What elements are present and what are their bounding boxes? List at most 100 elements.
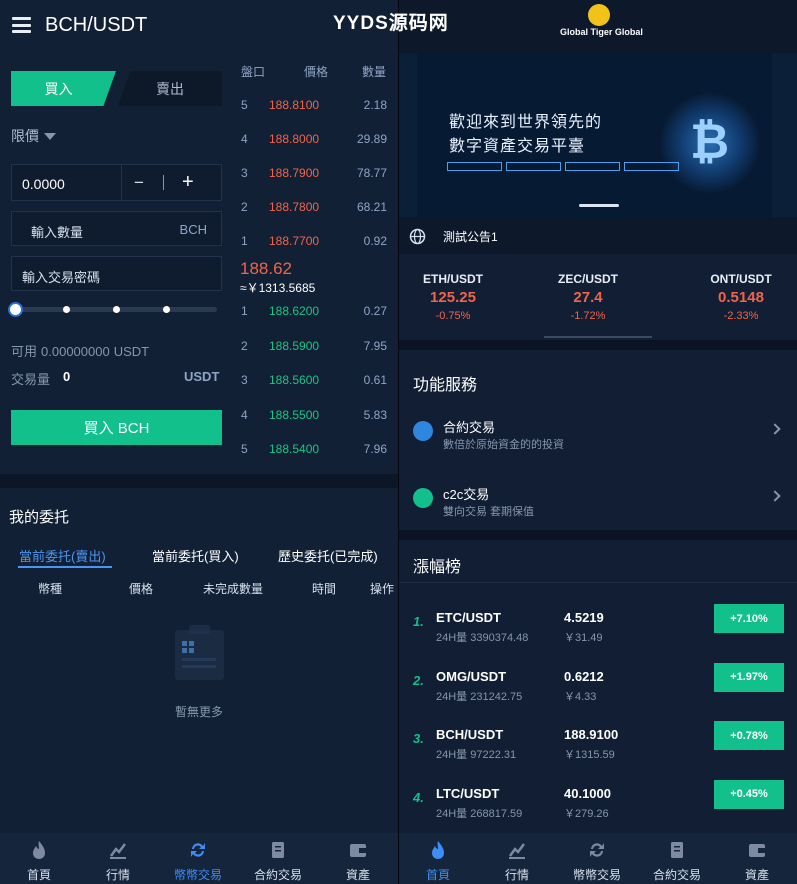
gainer-volume: 24H量 268817.59 <box>436 807 523 820</box>
price-input[interactable]: 0.0000 <box>22 176 65 192</box>
slider-mark[interactable] <box>113 306 120 313</box>
col-unfilled: 未完成數量 <box>203 582 264 596</box>
gainer-volume: 24H量 3390374.48 <box>436 632 529 644</box>
carousel-indicator[interactable] <box>579 204 619 207</box>
ask-row[interactable]: 3 188.7900 78.77 <box>232 166 392 186</box>
slider-mark[interactable] <box>163 306 170 313</box>
pair-title[interactable]: BCH/USDT <box>45 14 147 37</box>
flame-icon <box>33 841 45 859</box>
service-c2c-trade[interactable]: c2c交易 雙向交易 套期保值 <box>399 475 797 525</box>
orderbook-level: 5 <box>241 98 248 112</box>
announcement-bar[interactable]: 測試公告1 <box>399 218 797 254</box>
orderbook-header-price: 價格 <box>304 65 329 79</box>
buy-tab[interactable]: 買入 <box>11 71 116 106</box>
ticker-pair: ONT/USDT <box>710 272 772 286</box>
nav-market[interactable]: 行情 <box>79 833 157 884</box>
nav-spot-trade[interactable]: 幣幣交易 <box>558 833 636 884</box>
nav-home[interactable]: 首頁 <box>0 833 78 884</box>
nav-assets[interactable]: 資產 <box>718 833 796 884</box>
gainer-pair: ETC/USDT <box>436 610 501 625</box>
ticker-price: 27.4 <box>573 289 603 306</box>
globe-icon <box>409 228 426 245</box>
orderbook-header-amount: 數量 <box>362 65 387 79</box>
banner-buttons <box>447 162 683 171</box>
bid-row[interactable]: 3 188.5600 0.61 <box>232 373 392 393</box>
watermark: YYDS源码网 <box>333 13 449 34</box>
available-balance: 可用 0.00000000 USDT <box>11 344 150 359</box>
slider-handle[interactable] <box>8 302 23 317</box>
market-icon <box>508 843 525 859</box>
volume-value: 0 <box>63 369 71 384</box>
quantity-placeholder: 輸入數量 <box>31 225 84 240</box>
slider-mark[interactable] <box>63 306 70 313</box>
gainer-change-badge[interactable]: +0.45% <box>714 779 784 809</box>
orderbook-price: 188.7800 <box>269 200 320 214</box>
ticker-change: -0.75% <box>435 310 471 322</box>
ask-row[interactable]: 5 188.8100 2.18 <box>232 98 392 118</box>
amount-slider[interactable] <box>8 302 217 317</box>
sell-tab[interactable]: 賣出 <box>118 71 222 106</box>
gainer-row[interactable]: 3. BCH/USDT 24H量 97222.31 188.9100 ￥1315.59 +… <box>399 721 797 779</box>
gainer-row[interactable]: 2. OMG/USDT 24H量 231242.75 0.6212 ￥4.33 +1.97… <box>399 662 797 721</box>
ticker-card[interactable]: ONT/USDT 0.5148 -2.33% <box>686 272 796 322</box>
orderbook-price: 188.5500 <box>269 407 320 422</box>
gainer-volume: 24H量 231242.75 <box>436 690 523 703</box>
gainer-rank: 2. <box>413 672 424 688</box>
banner-line-2: 數字資產交易平臺 <box>449 138 586 155</box>
bid-row[interactable]: 1 188.6200 0.27 <box>232 304 392 324</box>
chevron-right-icon <box>769 423 781 435</box>
caret-down-icon <box>44 132 56 140</box>
gainer-price: 188.9100 <box>564 727 619 742</box>
promo-banner[interactable]: ₿ 歡迎來到世界領先的 數字資產交易平臺 <box>417 53 772 217</box>
bid-row[interactable]: 5 188.5400 7.96 <box>232 442 392 462</box>
service-contract-trade[interactable]: 合約交易 數倍於原始資金的的投資 <box>399 408 797 458</box>
gainer-cny: ￥1315.59 <box>564 749 615 761</box>
nav-contract-trade[interactable]: 合約交易 <box>638 833 716 884</box>
gainer-change-badge[interactable]: +1.97% <box>714 662 784 692</box>
nav-assets[interactable]: 資產 <box>319 833 397 884</box>
volume-unit: USDT <box>184 369 220 384</box>
bid-row[interactable]: 2 188.5900 7.95 <box>232 339 392 359</box>
trade-screen: BCH/USDT 買入 賣出 限價 0.0000 − + 輸入數量 BCH 輸入… <box>0 0 398 884</box>
my-orders-title: 我的委托 <box>9 509 70 526</box>
trade-password-field[interactable]: 輸入交易密碼 <box>11 256 222 291</box>
gainer-row[interactable]: 1. ETC/USDT 24H量 3390374.48 4.5219 ￥31.49 +7.… <box>399 604 797 662</box>
orderbook-price: 188.7700 <box>269 234 320 248</box>
quantity-field[interactable]: 輸入數量 BCH <box>11 211 222 246</box>
gainer-change-badge[interactable]: +0.78% <box>714 721 784 750</box>
nav-spot-trade[interactable]: 幣幣交易 <box>159 833 237 884</box>
buy-bch-button[interactable]: 買入 BCH <box>11 410 222 445</box>
tab-current-sell[interactable]: 當前委托(賣出) <box>19 546 106 565</box>
ticker-card[interactable]: ETH/USDT 125.25 -0.75% <box>399 272 508 322</box>
gainer-change-badge[interactable]: +7.10% <box>714 604 784 633</box>
gainer-volume: 24H量 97222.31 <box>436 749 517 761</box>
gainer-pair: OMG/USDT <box>436 668 507 684</box>
gainer-pair: BCH/USDT <box>436 727 504 742</box>
tab-current-buy[interactable]: 當前委托(買入) <box>152 546 239 565</box>
gainer-row[interactable]: 4. LTC/USDT 24H量 268817.59 40.1000 ￥279.26 +0… <box>399 779 797 838</box>
orderbook-level: 2 <box>241 338 248 353</box>
document-icon <box>671 842 683 858</box>
market-icon <box>109 843 126 859</box>
nav-contract-trade[interactable]: 合約交易 <box>239 833 317 884</box>
wallet-icon <box>350 844 366 857</box>
ticker-pair: ETH/USDT <box>423 272 483 286</box>
ticker-change: -2.33% <box>723 310 759 322</box>
nav-home[interactable]: 首頁 <box>399 833 477 884</box>
orderbook-amount: 5.83 <box>363 407 387 422</box>
tab-history[interactable]: 歷史委托(已完成) <box>278 546 378 565</box>
gainer-cny: ￥4.33 <box>564 690 597 703</box>
orderbook-amount: 29.89 <box>356 132 387 146</box>
nav-market[interactable]: 行情 <box>478 833 556 884</box>
gainer-price: 4.5219 <box>564 610 604 625</box>
bid-row[interactable]: 4 188.5500 5.83 <box>232 408 392 428</box>
ticker-card[interactable]: ZEC/USDT 27.4 -1.72% <box>533 272 643 322</box>
order-type-select[interactable]: 限價 <box>11 126 56 146</box>
decrease-button[interactable]: − <box>134 173 144 193</box>
increase-button[interactable]: + <box>182 171 194 194</box>
ask-row[interactable]: 4 188.8000 29.89 <box>232 132 392 152</box>
menu-icon[interactable] <box>12 17 31 33</box>
ask-row[interactable]: 2 188.7800 68.21 <box>232 200 392 220</box>
ticker-carousel: ETH/USDT 125.25 -0.75% ZEC/USDT 27.4 -1.72% ON… <box>399 254 797 340</box>
ask-row[interactable]: 1 188.7700 0.92 <box>232 234 392 254</box>
